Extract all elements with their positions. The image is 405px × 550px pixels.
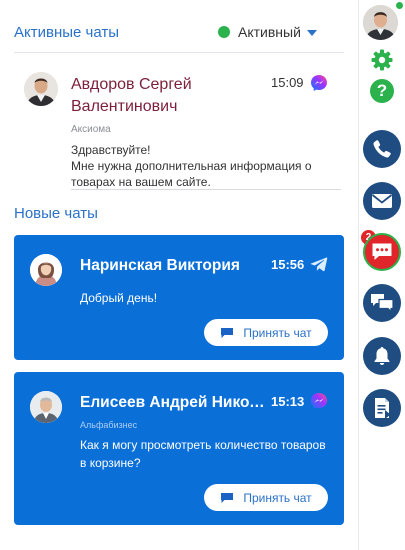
divider (14, 52, 344, 53)
messenger-icon (311, 75, 327, 91)
online-indicator (396, 2, 403, 9)
message-time: 15:56 (271, 257, 305, 272)
status-dot-icon (218, 26, 230, 38)
organization: Альфабизнес (80, 420, 138, 430)
avatar (30, 254, 62, 286)
chat-bubble-icon (221, 492, 234, 503)
accept-chat-button[interactable]: Принять чат (204, 319, 328, 346)
notifications-button[interactable] (363, 337, 401, 375)
messenger-icon (311, 393, 327, 409)
avatar (30, 391, 62, 423)
contact-name: Авдоров Сергей Валентинович (71, 76, 192, 115)
contact-name: Наринская Виктория (80, 257, 240, 274)
new-chats-title: Новые чаты (14, 205, 98, 222)
telegram-icon (310, 257, 328, 272)
mail-icon (371, 194, 393, 208)
active-chats-title: Активные чаты (14, 24, 120, 41)
bell-icon (374, 347, 390, 365)
new-chat-card[interactable]: Наринская Виктория 15:56 Добрый день! Пр… (14, 235, 344, 360)
mail-button[interactable] (363, 182, 401, 220)
message-preview: Здравствуйте! Мне нужна дополнительная и… (71, 143, 312, 189)
status-label: Активный (238, 24, 301, 40)
chat-panel: Активные чаты Активный Авдоров Сергей Ва… (0, 0, 358, 550)
accept-chat-button[interactable]: Принять чат (204, 484, 328, 511)
caret-down-icon (306, 29, 317, 36)
phone-icon (373, 140, 391, 158)
document-icon (375, 398, 391, 419)
status-dropdown[interactable]: Активный (218, 24, 317, 40)
contact-name: Елисеев Андрей Николаевич (80, 394, 266, 411)
chat-icon (372, 243, 392, 260)
message-time: 15:09 (271, 75, 304, 90)
message-preview: Как я могу просмотреть количество товаро… (80, 438, 326, 470)
chat-bubble-icon (221, 327, 234, 338)
chat-button[interactable] (363, 233, 401, 271)
avatar (24, 72, 58, 106)
accept-chat-label: Принять чат (243, 490, 312, 505)
new-chat-card[interactable]: Елисеев Андрей Николаевич 15:13 Альфабиз… (14, 372, 344, 525)
gear-icon[interactable] (371, 49, 393, 71)
divider (71, 189, 341, 190)
accept-chat-label: Принять чат (243, 325, 312, 340)
active-chats-header: Активные чаты Активный (14, 22, 344, 44)
chats-icon (371, 294, 394, 313)
phone-button[interactable] (363, 130, 401, 168)
chats-button[interactable] (363, 284, 401, 322)
message-preview: Добрый день! (80, 291, 158, 305)
right-sidebar: ? 2 (358, 0, 405, 550)
document-button[interactable] (363, 389, 401, 427)
help-icon[interactable]: ? (370, 79, 394, 103)
organization: Аксиома (71, 124, 111, 135)
user-avatar[interactable] (363, 5, 398, 40)
message-time: 15:13 (271, 394, 305, 409)
active-chat-item[interactable]: Авдоров Сергей Валентинович 15:09 Аксиом… (14, 62, 344, 190)
